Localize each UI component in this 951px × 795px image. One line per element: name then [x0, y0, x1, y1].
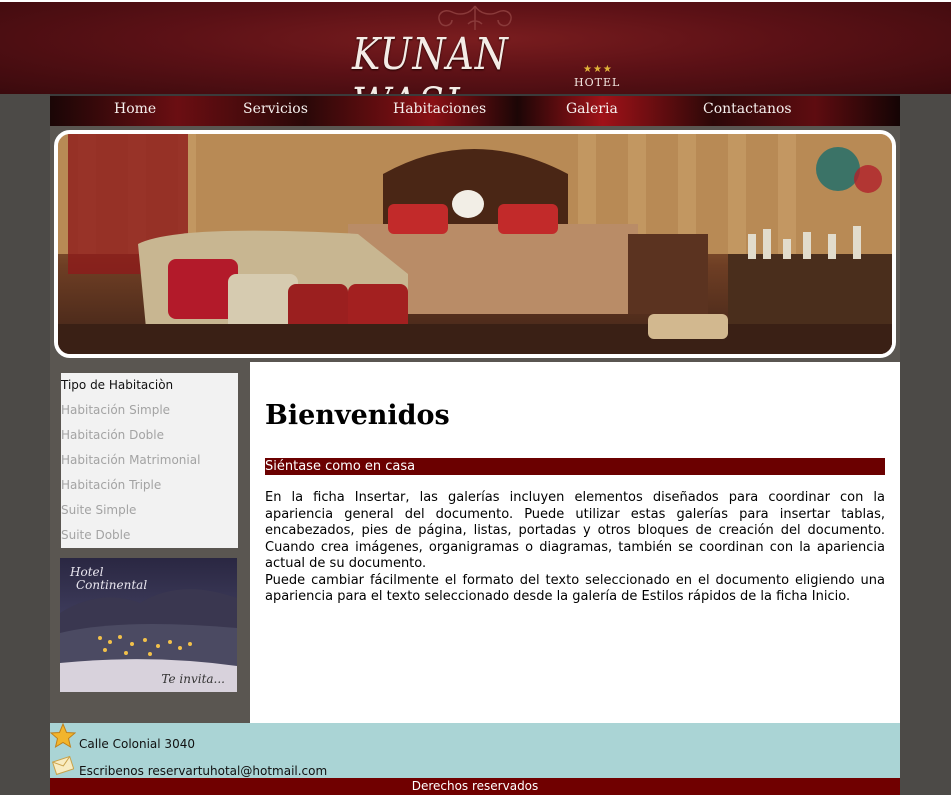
logo-stars: ★★★ — [583, 64, 613, 75]
menu-item-habitacion-matrimonial[interactable]: Habitación Matrimonial — [61, 453, 200, 467]
logo-subtitle: HOTEL — [574, 76, 621, 89]
footer-email[interactable]: Escribenos reservartuhotal@hotmail.com — [79, 764, 327, 778]
promo-tagline: Te invita... — [161, 672, 225, 686]
logo-title: KUNAN WASI — [352, 29, 509, 130]
nav-galeria[interactable]: Galeria — [566, 101, 618, 117]
main-content: Bienvenidos Siéntase como en casa En la … — [250, 362, 900, 723]
nav-home[interactable]: Home — [114, 101, 156, 117]
room-type-heading: Tipo de Habitaciòn — [61, 378, 174, 392]
paragraph: Puede cambiar fácilmente el formato del … — [265, 572, 885, 605]
menu-item-suite-doble[interactable]: Suite Doble — [61, 528, 130, 542]
nav-contactanos[interactable]: Contactanos — [703, 101, 792, 117]
site-header: KUNAN WASI ★★★ HOTEL — [0, 0, 951, 130]
envelope-icon — [52, 755, 74, 776]
promo-image[interactable]: Hotel Continental Te invita... — [60, 558, 237, 692]
nav-habitaciones[interactable]: Habitaciones — [393, 101, 486, 117]
main-navigation: Home Servicios Habitaciones Galeria Cont… — [50, 94, 900, 126]
site-footer: Calle Colonial 3040 Escribenos reservart… — [50, 723, 900, 778]
paragraph: En la ficha Insertar, las galerías inclu… — [265, 490, 885, 571]
menu-item-habitacion-doble[interactable]: Habitación Doble — [61, 428, 164, 442]
star-icon — [50, 723, 76, 749]
hero-banner — [50, 126, 900, 362]
menu-item-suite-simple[interactable]: Suite Simple — [61, 503, 136, 517]
promo-brand: Hotel Continental — [70, 566, 147, 592]
hotel-room-photo — [54, 130, 896, 358]
room-type-menu: Tipo de Habitaciòn Habitación Simple Hab… — [61, 373, 238, 548]
copyright-bar: Derechos reservados — [50, 778, 900, 795]
promo-brand-line2: Continental — [76, 578, 148, 592]
room-illustration — [58, 134, 892, 354]
menu-item-habitacion-simple[interactable]: Habitación Simple — [61, 403, 170, 417]
nav-servicios[interactable]: Servicios — [243, 101, 308, 117]
menu-item-habitacion-triple[interactable]: Habitación Triple — [61, 478, 161, 492]
page-title: Bienvenidos — [265, 400, 450, 431]
subtitle-bar: Siéntase como en casa — [265, 458, 885, 475]
body-text: En la ficha Insertar, las galerías inclu… — [265, 490, 885, 606]
footer-address: Calle Colonial 3040 — [79, 737, 195, 751]
